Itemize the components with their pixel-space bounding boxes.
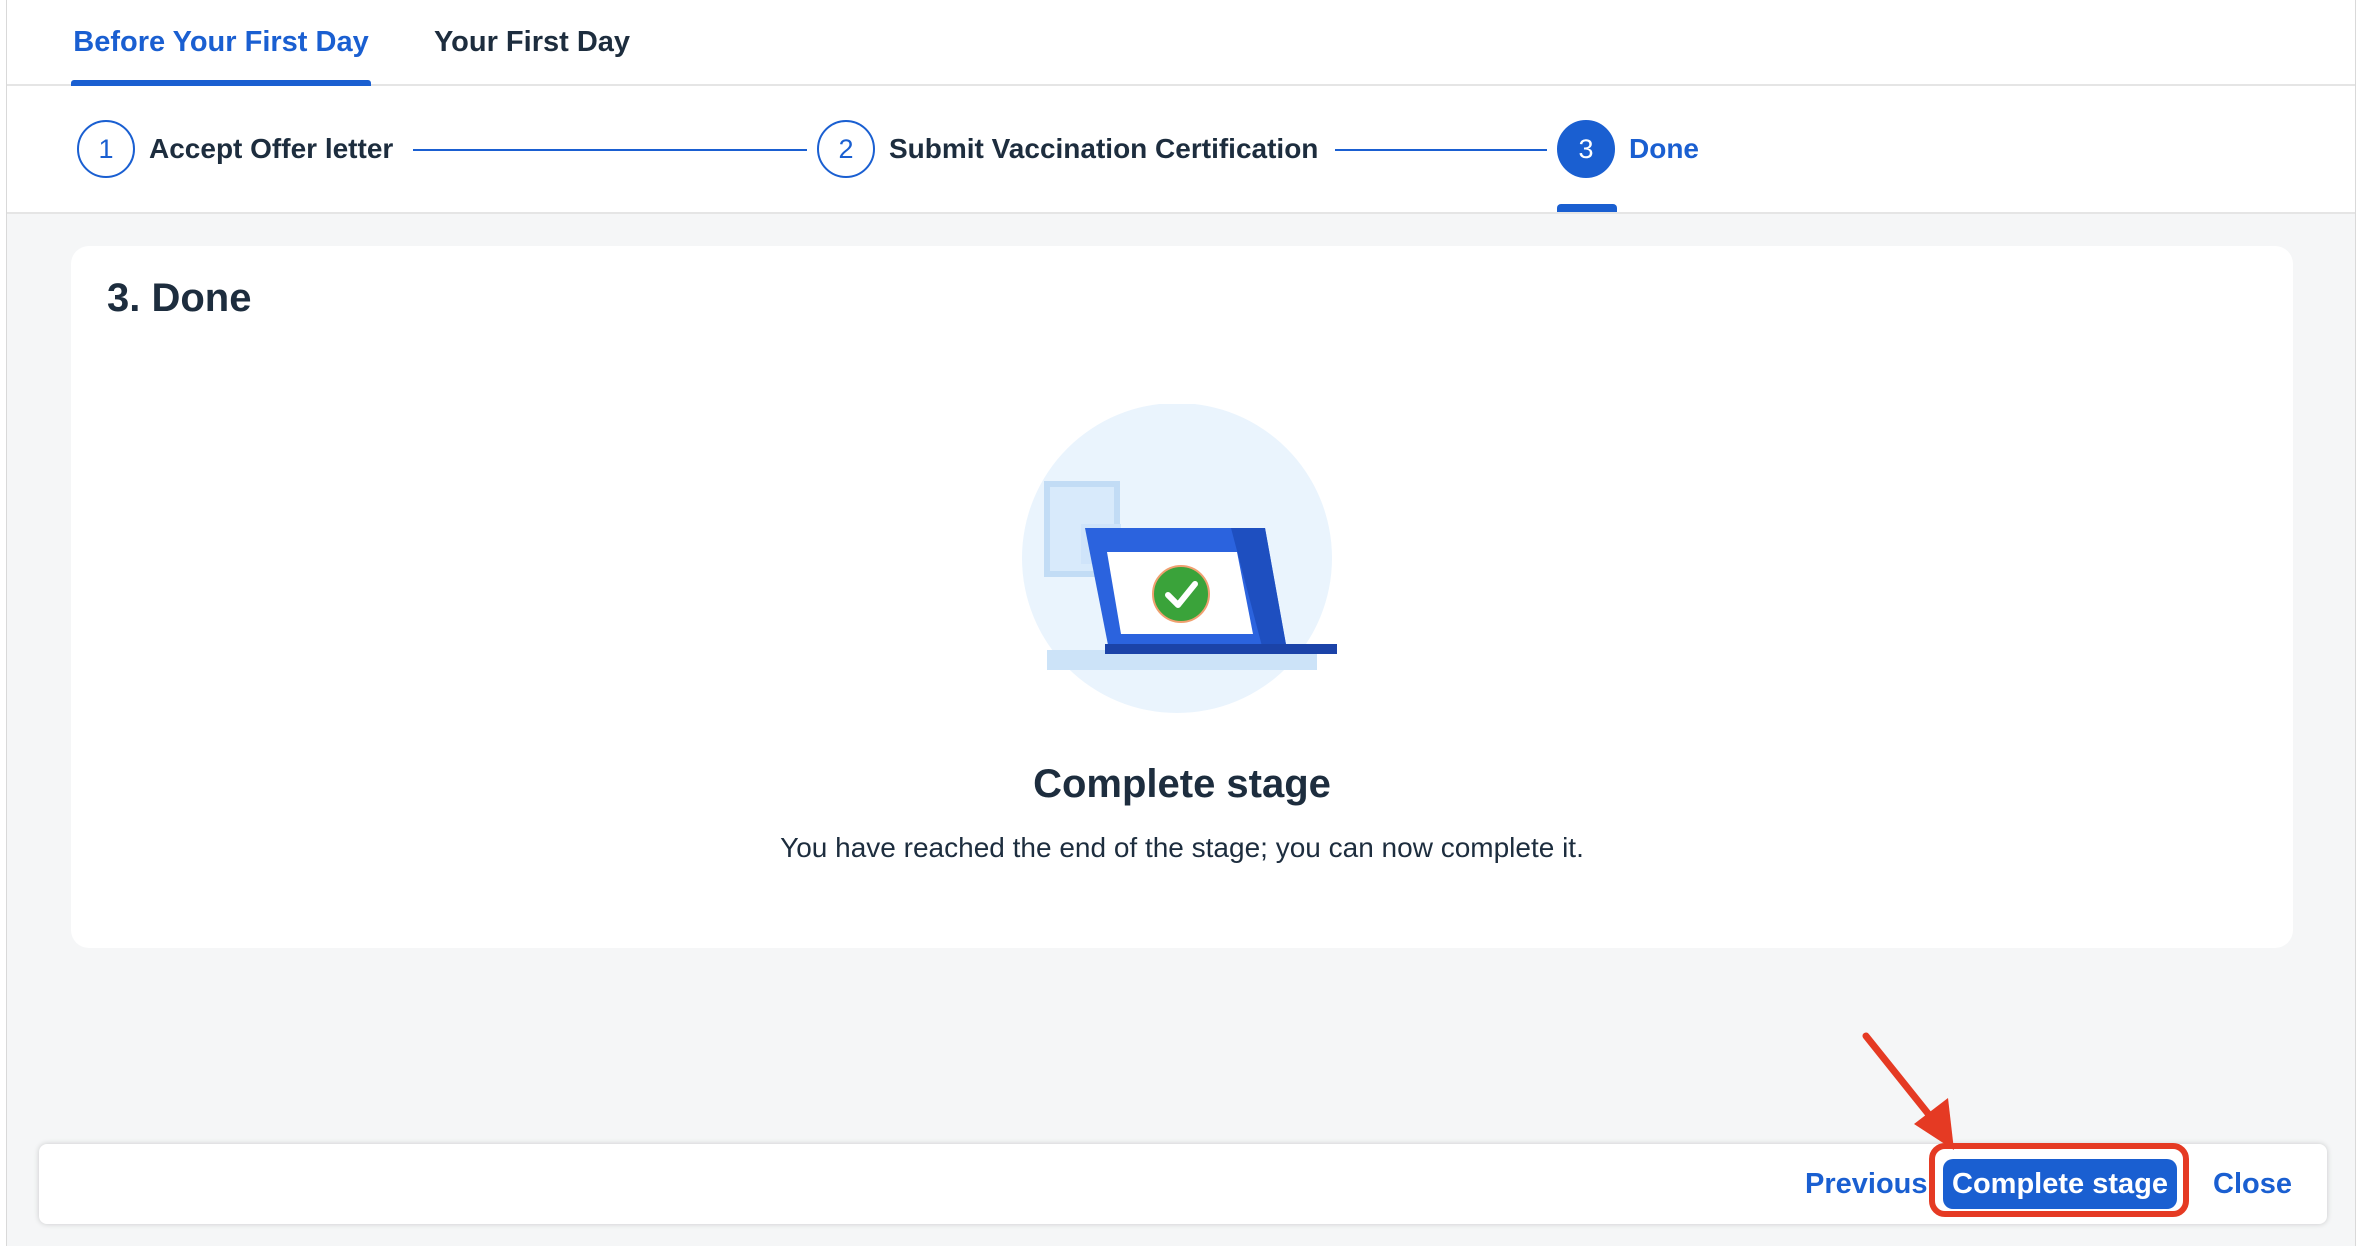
previous-button[interactable]: Previous bbox=[1805, 1144, 1928, 1224]
step-number-circle: 1 bbox=[77, 120, 135, 178]
section-title: 3. Done bbox=[107, 276, 252, 320]
tab-your-first-day[interactable]: Your First Day bbox=[417, 0, 647, 84]
onboarding-app: Before Your First Day Your First Day 1 A… bbox=[6, 0, 2356, 1246]
step-accept-offer-letter[interactable]: 1 Accept Offer letter bbox=[77, 118, 393, 180]
step-number-circle: 2 bbox=[817, 120, 875, 178]
step-done[interactable]: 3 Done bbox=[1557, 118, 1699, 180]
step-label: Submit Vaccination Certification bbox=[889, 133, 1319, 164]
step-submit-vaccination-certification[interactable]: 2 Submit Vaccination Certification bbox=[817, 118, 1318, 180]
tab-bar: Before Your First Day Your First Day bbox=[7, 0, 2355, 86]
stage-content-card: 3. Done Complete stage You have reached … bbox=[71, 246, 2293, 948]
step-connector bbox=[1335, 149, 1547, 151]
red-arrow-icon bbox=[1862, 1032, 1954, 1150]
complete-stage-description: You have reached the end of the stage; y… bbox=[780, 832, 1584, 863]
active-step-indicator bbox=[1557, 204, 1617, 212]
step-label-active: Done bbox=[1629, 133, 1699, 164]
step-connector bbox=[413, 149, 807, 151]
close-button[interactable]: Close bbox=[2213, 1144, 2292, 1224]
complete-stage-heading: Complete stage bbox=[1033, 762, 1331, 806]
progress-stepper: 1 Accept Offer letter 2 Submit Vaccinati… bbox=[7, 86, 2355, 214]
step-number-circle-active: 3 bbox=[1557, 120, 1615, 178]
step-label: Accept Offer letter bbox=[149, 133, 394, 164]
tab-before-your-first-day[interactable]: Before Your First Day bbox=[71, 0, 371, 86]
laptop-checkmark-illustration-icon bbox=[1022, 404, 1337, 713]
